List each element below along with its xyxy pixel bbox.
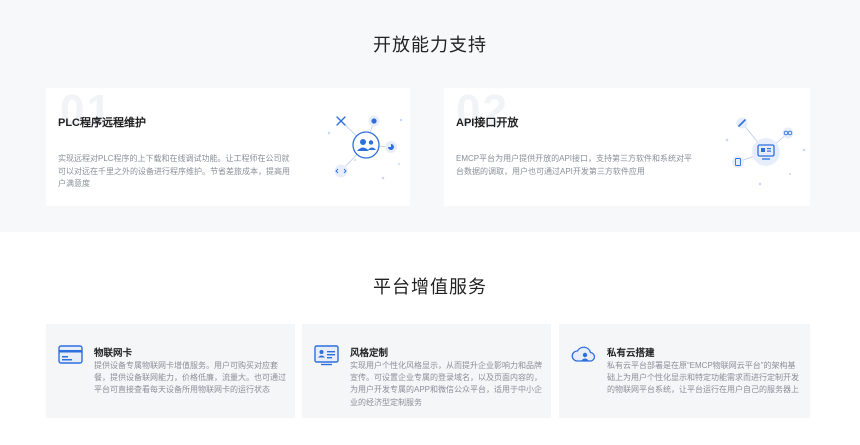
card-description: EMCP平台为用户提供开放的API接口，支持第三方软件和系统对平台数据的调取，用… [456,154,693,176]
users-icon [352,131,380,159]
service-title: 物联网卡 [94,348,133,359]
service-card-style-custom[interactable]: 风格定制 实现用户个性化风格显示，从而提升企业影响力和品牌宣传。可设置企业专属的… [302,324,551,418]
cloud-user-icon [571,346,596,362]
card-title: PLC程序远程维护 [58,117,146,129]
sim-card-icon [58,345,83,364]
pen-icon [736,117,748,129]
service-card-iot-sim[interactable]: 物联网卡 提供设备专属物联网卡增值服务。用户可购买对应套餐，提供设备联网能力，价… [46,324,295,418]
service-title: 风格定制 [350,348,389,359]
code-icon [334,164,348,178]
monitor-icon [752,138,780,166]
open-capability-title: 开放能力支持 [373,35,487,55]
service-title: 私有云搭建 [607,348,655,359]
api-illustration [725,117,806,186]
card-description: 实现远程对PLC程序的上下载和在线调试功能。让工程师在公司就可以对远在千里之外的… [58,154,290,188]
service-card-private-cloud[interactable]: 私有云搭建 私有云平台部署是在原“EMCP物联网云平台”的架构基础上为用户个性化… [559,324,810,418]
capability-card-api[interactable]: 02 API接口开放 EMCP平台为用户提供开放的API接口，支持第三方软件和系… [444,86,810,206]
link-icon [368,115,380,127]
link-icon [782,127,794,139]
mobile-icon [732,156,744,168]
value-added-title: 平台增值服务 [373,277,487,297]
chart-icon [385,141,397,153]
tools-icon [336,116,346,126]
capability-card-plc[interactable]: 01 PLC程序远程维护 实现远程对PLC程序的上下载和在线调试功能。让工程师在… [46,86,410,206]
service-description: 实现用户个性化风格显示，从而提升企业影响力和品牌宣传。可设置企业专属的登录域名，… [350,361,543,407]
plc-illustration [327,115,403,180]
service-description: 提供设备专属物联网卡增值服务。用户可购买对应套餐，提供设备联网能力，价格低廉，流… [94,361,286,395]
id-card-icon [314,345,339,366]
card-title: API接口开放 [456,117,519,129]
service-description: 私有云平台部署是在原“EMCP物联网云平台”的架构基础上为用户个性化显示和特定功… [607,361,799,395]
